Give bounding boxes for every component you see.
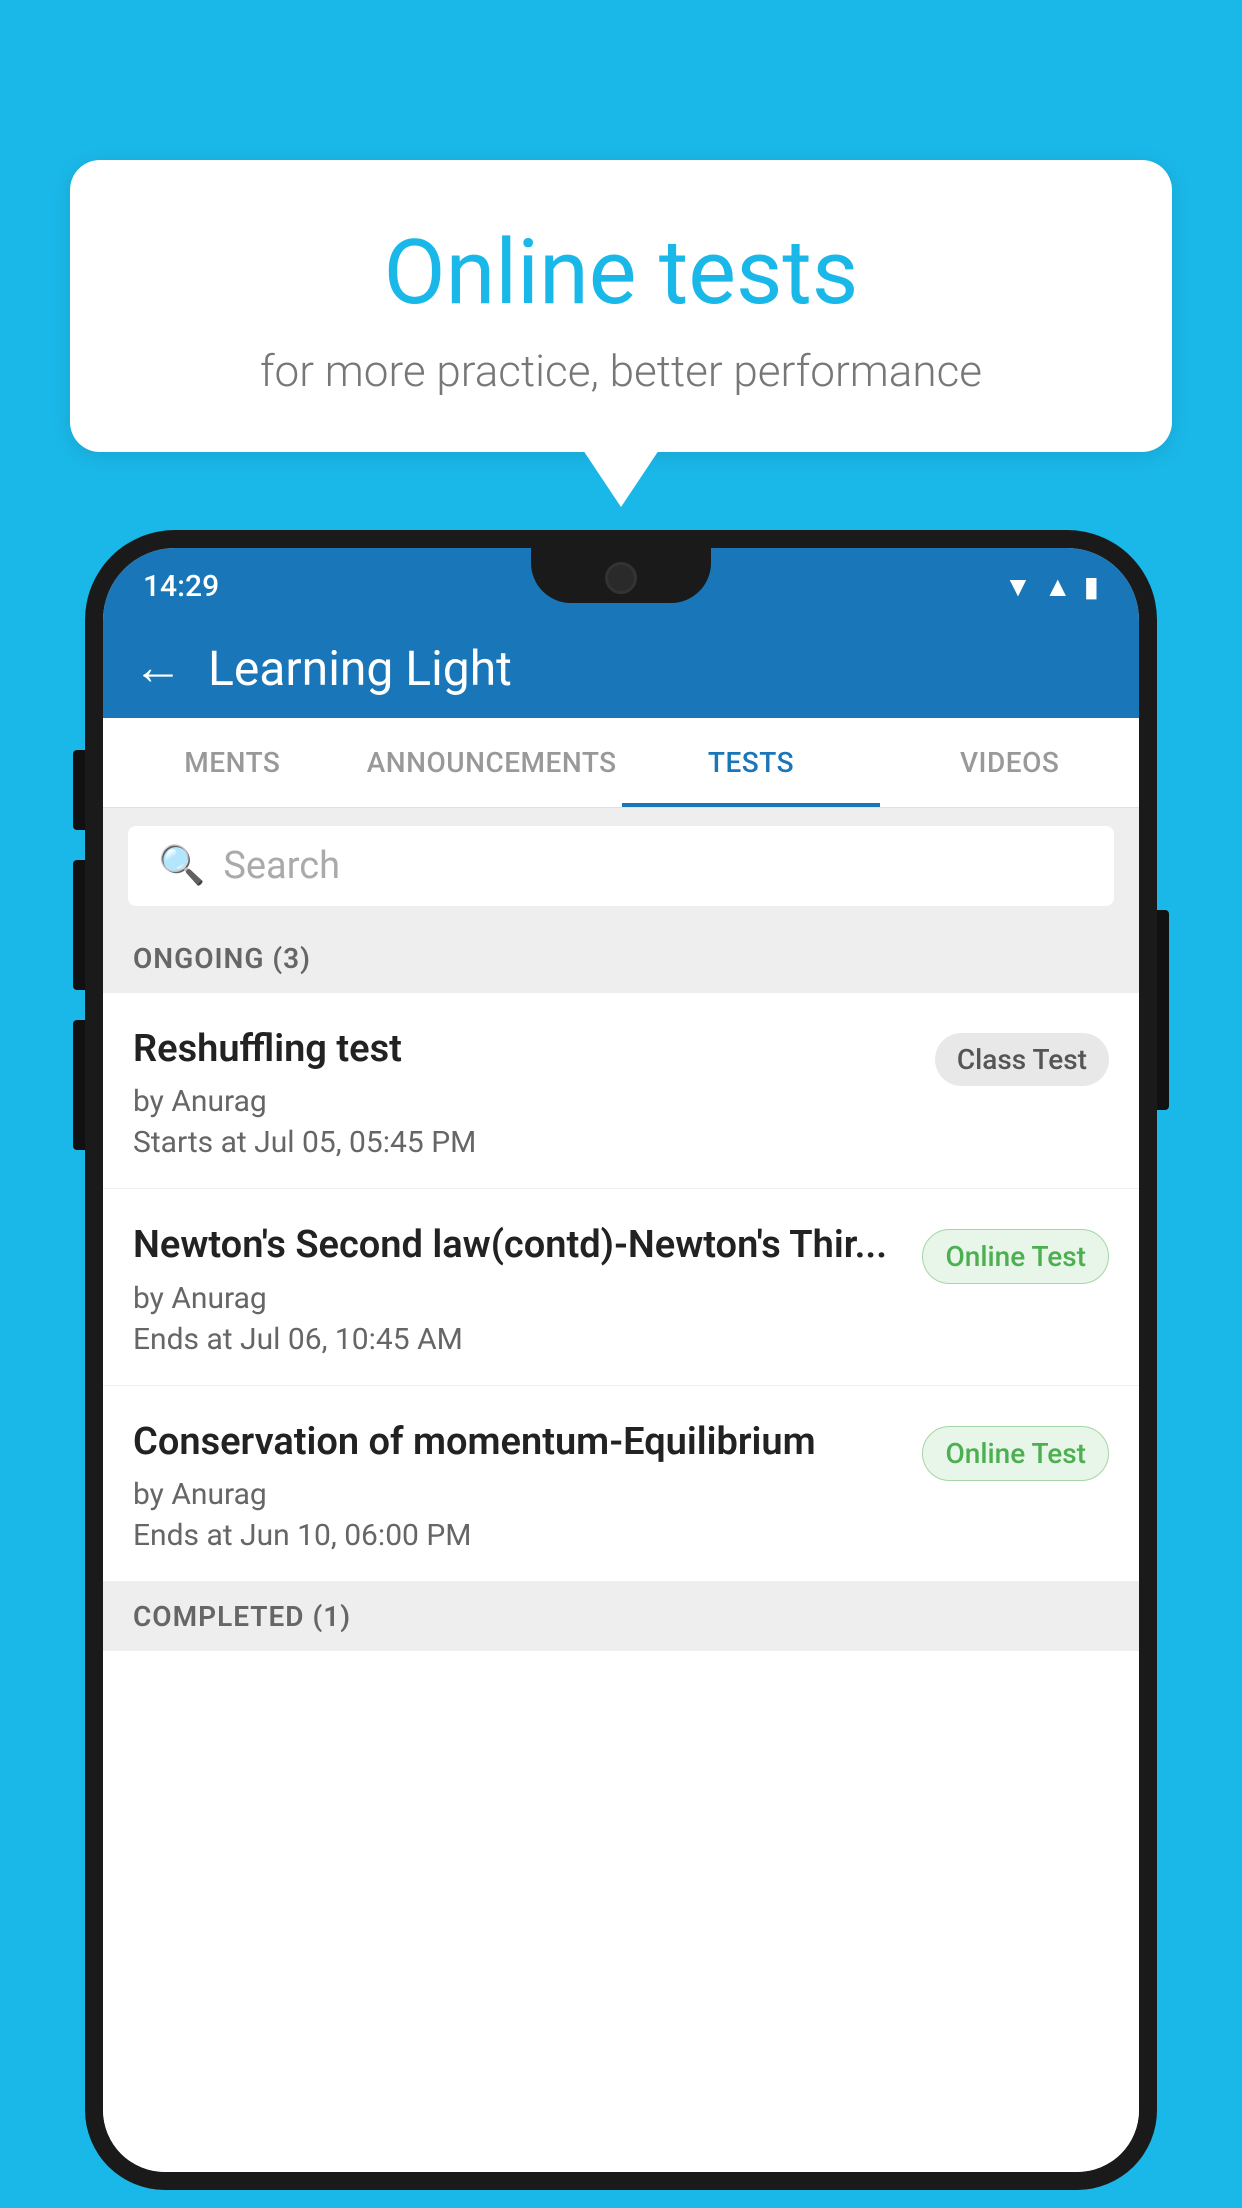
test-badge-newtons: Online Test [922, 1229, 1109, 1284]
promo-card: Online tests for more practice, better p… [70, 160, 1172, 452]
phone-side-button-volume-down [73, 1020, 85, 1150]
test-info-reshuffling: Reshuffling test by Anurag Starts at Jul… [133, 1025, 935, 1160]
wifi-icon: ▼ [1004, 570, 1032, 603]
test-badge-reshuffling: Class Test [935, 1033, 1109, 1086]
search-container: 🔍 Search [103, 808, 1139, 924]
status-time: 14:29 [143, 569, 219, 604]
test-list: Reshuffling test by Anurag Starts at Jul… [103, 993, 1139, 2172]
test-name-conservation: Conservation of momentum-Equilibrium [133, 1418, 902, 1467]
test-badge-conservation: Online Test [922, 1426, 1109, 1481]
tab-ments[interactable]: MENTS [103, 718, 362, 807]
phone-camera [605, 562, 637, 594]
test-info-conservation: Conservation of momentum-Equilibrium by … [133, 1418, 922, 1553]
search-icon: 🔍 [158, 844, 205, 888]
promo-subtitle: for more practice, better performance [120, 345, 1122, 397]
tab-announcements[interactable]: ANNOUNCEMENTS [362, 718, 622, 807]
ongoing-section-header: ONGOING (3) [103, 924, 1139, 993]
tabs-bar: MENTS ANNOUNCEMENTS TESTS VIDEOS [103, 718, 1139, 808]
phone-side-button-volume-mute [73, 750, 85, 830]
promo-title: Online tests [120, 220, 1122, 325]
phone-outer-frame: 14:29 ▼ ▲ ▮ ← Learning Light MENTS ANNOU… [85, 530, 1157, 2190]
search-box[interactable]: 🔍 Search [128, 826, 1114, 906]
tab-videos[interactable]: VIDEOS [880, 718, 1139, 807]
test-name-reshuffling: Reshuffling test [133, 1025, 915, 1074]
test-author-reshuffling: by Anurag [133, 1084, 915, 1119]
search-placeholder: Search [223, 844, 340, 888]
app-bar: ← Learning Light [103, 618, 1139, 718]
test-name-newtons: Newton's Second law(contd)-Newton's Thir… [133, 1221, 902, 1270]
test-date-conservation: Ends at Jun 10, 06:00 PM [133, 1518, 902, 1553]
battery-icon: ▮ [1084, 570, 1099, 603]
back-button[interactable]: ← [133, 643, 183, 693]
status-icons: ▼ ▲ ▮ [1004, 570, 1099, 603]
test-date-newtons: Ends at Jul 06, 10:45 AM [133, 1322, 902, 1357]
completed-section-header: COMPLETED (1) [103, 1582, 1139, 1651]
phone-side-button-power [1157, 910, 1169, 1110]
tab-tests[interactable]: TESTS [622, 718, 881, 807]
app-title: Learning Light [208, 640, 512, 697]
test-date-reshuffling: Starts at Jul 05, 05:45 PM [133, 1125, 915, 1160]
phone-screen: 14:29 ▼ ▲ ▮ ← Learning Light MENTS ANNOU… [103, 548, 1139, 2172]
test-item-conservation[interactable]: Conservation of momentum-Equilibrium by … [103, 1386, 1139, 1582]
test-author-conservation: by Anurag [133, 1477, 902, 1512]
phone-side-button-volume-up [73, 860, 85, 990]
test-author-newtons: by Anurag [133, 1281, 902, 1316]
test-item-reshuffling[interactable]: Reshuffling test by Anurag Starts at Jul… [103, 993, 1139, 1189]
phone-mockup: 14:29 ▼ ▲ ▮ ← Learning Light MENTS ANNOU… [85, 530, 1157, 2208]
test-item-newtons[interactable]: Newton's Second law(contd)-Newton's Thir… [103, 1189, 1139, 1385]
signal-icon: ▲ [1044, 570, 1072, 603]
test-info-newtons: Newton's Second law(contd)-Newton's Thir… [133, 1221, 922, 1356]
